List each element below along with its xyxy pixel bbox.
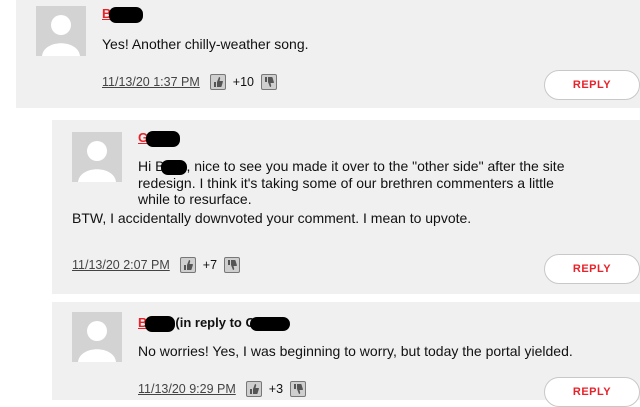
- default-user-avatar-icon: [72, 312, 122, 362]
- comment-card: B (in reply to G No worries! Yes, I was b…: [52, 302, 640, 407]
- reply-button[interactable]: REPLY: [544, 377, 640, 407]
- comment-text-line: BTW, I accidentally downvoted your comme…: [72, 209, 472, 226]
- comment-card: B Yes! Another chilly-weather song. 11/1…: [16, 0, 640, 108]
- redaction-mark: [161, 159, 188, 175]
- default-user-avatar-icon: [36, 6, 86, 56]
- thumbs-down-icon[interactable]: [224, 257, 241, 273]
- thumbs-up-icon[interactable]: [245, 381, 262, 397]
- reply-button[interactable]: REPLY: [544, 254, 640, 284]
- comment-text: Yes! Another chilly-weather song.: [102, 36, 309, 52]
- redaction-mark: [249, 316, 290, 331]
- comment-timestamp[interactable]: 11/13/20 9:29 PM: [138, 382, 236, 396]
- avatar[interactable]: [72, 312, 122, 362]
- comment-timestamp[interactable]: 11/13/20 1:37 PM: [102, 75, 200, 89]
- comment-body: Yes! Another chilly-weather song.: [102, 36, 309, 52]
- vote-count: +7: [202, 258, 218, 272]
- comment-body: Hi B, nice to see you made it over to th…: [72, 158, 632, 226]
- comment-author[interactable]: B (in reply to G: [138, 315, 290, 332]
- thumbs-down-icon[interactable]: [290, 381, 307, 397]
- reply-button[interactable]: REPLY: [544, 70, 640, 100]
- redaction-mark: [109, 6, 144, 23]
- comment-author[interactable]: G: [138, 130, 181, 147]
- reply-to-label: (in reply to G: [175, 315, 256, 330]
- vote-count: +3: [268, 382, 284, 396]
- thumbs-up-icon[interactable]: [179, 257, 196, 273]
- thumbs-up-icon[interactable]: [209, 74, 226, 90]
- comment-card: G Hi B, nice to see you made it over to …: [52, 120, 640, 294]
- comment-meta: 11/13/20 9:29 PM +3: [138, 381, 307, 397]
- redaction-mark: [145, 315, 176, 332]
- redaction-mark: [146, 130, 181, 147]
- comment-author[interactable]: B: [102, 6, 144, 23]
- thumbs-down-icon[interactable]: [260, 74, 277, 90]
- avatar[interactable]: [36, 6, 86, 56]
- comment-text-line: while to resurface.: [138, 190, 252, 207]
- comment-text: No worries! Yes, I was beginning to worr…: [138, 343, 573, 359]
- vote-count: +10: [232, 75, 254, 89]
- comment-meta: 11/13/20 1:37 PM +10: [102, 74, 277, 90]
- comment-text-fragment: , nice to see you made it over to the "o…: [186, 158, 565, 174]
- comment-meta: 11/13/20 2:07 PM +7: [72, 257, 241, 273]
- comment-timestamp[interactable]: 11/13/20 2:07 PM: [72, 258, 170, 272]
- comment-text-line: Hi B, nice to see you made it over to th…: [72, 158, 632, 175]
- comment-text-line: redesign. I think it's taking some of ou…: [138, 174, 554, 191]
- comment-body: No worries! Yes, I was beginning to worr…: [138, 343, 573, 359]
